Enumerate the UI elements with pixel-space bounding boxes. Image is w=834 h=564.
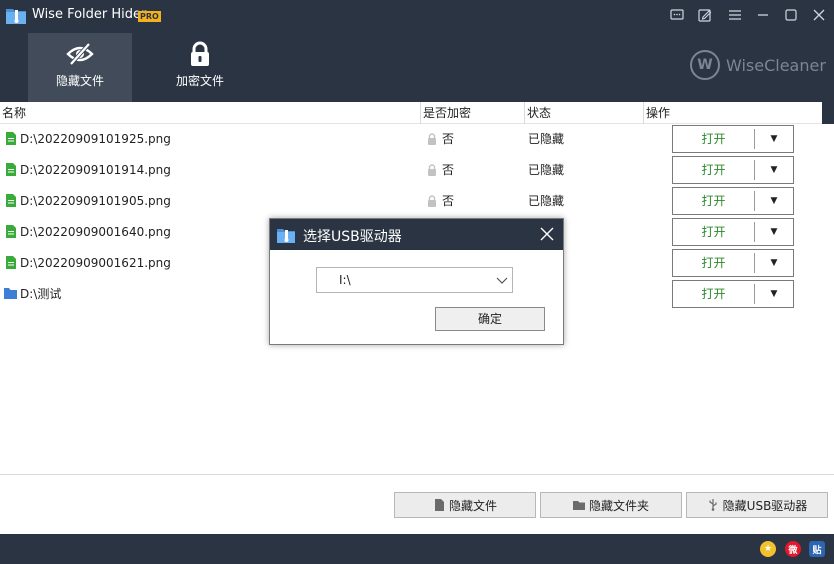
file-name: D:\20220909101914.png xyxy=(20,163,171,177)
file-name: D:\20220909001640.png xyxy=(20,225,171,239)
ok-button[interactable]: 确定 xyxy=(435,307,545,331)
scrollbar-corner xyxy=(822,102,834,124)
file-name: D:\20220909101925.png xyxy=(20,132,171,146)
open-button[interactable]: 打开 xyxy=(673,129,755,149)
star-icon[interactable]: ★ xyxy=(760,541,776,557)
state-value: 已隐藏 xyxy=(528,132,565,146)
folder-icon xyxy=(572,501,585,510)
state-value: 已隐藏 xyxy=(528,194,565,208)
file-name: D:\20220909101905.png xyxy=(20,194,171,208)
wisecleaner-logo-icon: W xyxy=(690,50,720,80)
open-split-button[interactable]: 打开 ▼ xyxy=(672,125,794,153)
eye-slash-icon xyxy=(66,42,94,66)
file-icon xyxy=(6,132,16,145)
edit-icon[interactable] xyxy=(696,6,714,24)
dropdown-arrow-icon[interactable]: ▼ xyxy=(755,281,793,307)
dialog-title: 选择USB驱动器 xyxy=(303,229,402,245)
brand-text: WiseCleaner xyxy=(726,55,826,75)
dropdown-arrow-icon[interactable]: ▼ xyxy=(755,157,793,183)
file-icon xyxy=(434,499,444,511)
wisecleaner-brand[interactable]: W WiseCleaner xyxy=(690,50,826,80)
hide-usb-drive-button[interactable]: 隐藏USB驱动器 xyxy=(686,492,828,518)
file-icon xyxy=(6,256,16,269)
dropdown-arrow-icon[interactable]: ▼ xyxy=(755,250,793,276)
tab-label: 加密文件 xyxy=(175,74,224,88)
column-header-state[interactable]: 状态 xyxy=(525,102,644,124)
lock-icon xyxy=(191,41,209,66)
table-header: 名称 是否加密 状态 操作 xyxy=(0,102,834,124)
tieba-icon[interactable]: 贴 xyxy=(809,541,825,557)
usb-drive-select[interactable]: I:\ xyxy=(316,267,513,293)
open-button[interactable]: 打开 xyxy=(673,191,755,211)
state-value: 已隐藏 xyxy=(528,163,565,177)
minimize-icon[interactable] xyxy=(754,6,772,24)
app-logo-icon xyxy=(277,229,295,243)
table-row[interactable]: D:\20220909101914.png 否 已隐藏 打开 ▼ xyxy=(0,155,822,186)
open-split-button[interactable]: 打开 ▼ xyxy=(672,156,794,184)
action-bar: 隐藏文件 隐藏文件夹 隐藏USB驱动器 xyxy=(0,474,834,534)
folder-icon xyxy=(4,288,17,299)
open-button[interactable]: 打开 xyxy=(673,160,755,180)
encrypted-value: 否 xyxy=(442,163,455,177)
weibo-icon[interactable]: 微 xyxy=(785,541,801,557)
table-row[interactable]: D:\20220909101905.png 否 已隐藏 打开 ▼ xyxy=(0,186,822,217)
select-usb-dialog: 选择USB驱动器 I:\ 确定 xyxy=(269,218,564,345)
status-bar: ★ 微 贴 xyxy=(0,534,834,564)
column-header-action[interactable]: 操作 xyxy=(644,102,822,124)
encrypted-value: 否 xyxy=(442,132,455,146)
dropdown-arrow-icon[interactable]: ▼ xyxy=(755,188,793,214)
menu-icon[interactable] xyxy=(726,6,744,24)
open-button[interactable]: 打开 xyxy=(673,222,755,242)
chevron-down-icon xyxy=(496,277,508,284)
app-title: Wise Folder Hider xyxy=(32,7,147,22)
folder-name: D:\测试 xyxy=(20,287,62,301)
encrypted-value: 否 xyxy=(442,194,455,208)
close-icon[interactable] xyxy=(810,6,828,24)
pro-badge: PRO xyxy=(138,11,161,22)
lock-icon xyxy=(428,195,436,207)
dropdown-arrow-icon[interactable]: ▼ xyxy=(755,126,793,152)
dropdown-arrow-icon[interactable]: ▼ xyxy=(755,219,793,245)
file-icon xyxy=(6,163,16,176)
lock-icon xyxy=(428,164,436,176)
button-label: 隐藏文件 xyxy=(448,498,497,513)
tab-hide-files[interactable]: 隐藏文件 xyxy=(28,33,132,102)
column-header-name[interactable]: 名称 xyxy=(0,102,421,124)
hide-folder-button[interactable]: 隐藏文件夹 xyxy=(540,492,682,518)
table-row[interactable]: D:\20220909101925.png 否 已隐藏 打开 ▼ xyxy=(0,124,822,155)
title-bar: Wise Folder Hider PRO 隐藏文件 加密文件 W WiseCl… xyxy=(0,0,834,102)
open-button[interactable]: 打开 xyxy=(673,284,755,304)
column-header-encrypted[interactable]: 是否加密 xyxy=(421,102,525,124)
usb-icon xyxy=(709,499,717,511)
maximize-icon[interactable] xyxy=(782,6,800,24)
file-icon xyxy=(6,194,16,207)
button-label: 隐藏文件夹 xyxy=(588,498,649,513)
lock-icon xyxy=(428,133,436,145)
tab-encrypt-files[interactable]: 加密文件 xyxy=(148,33,252,102)
app-logo-icon xyxy=(6,9,26,24)
hide-file-button[interactable]: 隐藏文件 xyxy=(394,492,536,518)
open-split-button[interactable]: 打开 ▼ xyxy=(672,218,794,246)
open-split-button[interactable]: 打开 ▼ xyxy=(672,280,794,308)
close-icon[interactable] xyxy=(538,225,556,243)
dialog-title-bar: 选择USB驱动器 xyxy=(270,219,563,250)
open-split-button[interactable]: 打开 ▼ xyxy=(672,249,794,277)
tab-label: 隐藏文件 xyxy=(55,74,104,88)
open-split-button[interactable]: 打开 ▼ xyxy=(672,187,794,215)
file-name: D:\20220909001621.png xyxy=(20,256,171,270)
button-label: 隐藏USB驱动器 xyxy=(722,498,808,513)
selected-drive: I:\ xyxy=(339,273,351,287)
open-button[interactable]: 打开 xyxy=(673,253,755,273)
file-icon xyxy=(6,225,16,238)
feedback-icon[interactable] xyxy=(668,6,686,24)
